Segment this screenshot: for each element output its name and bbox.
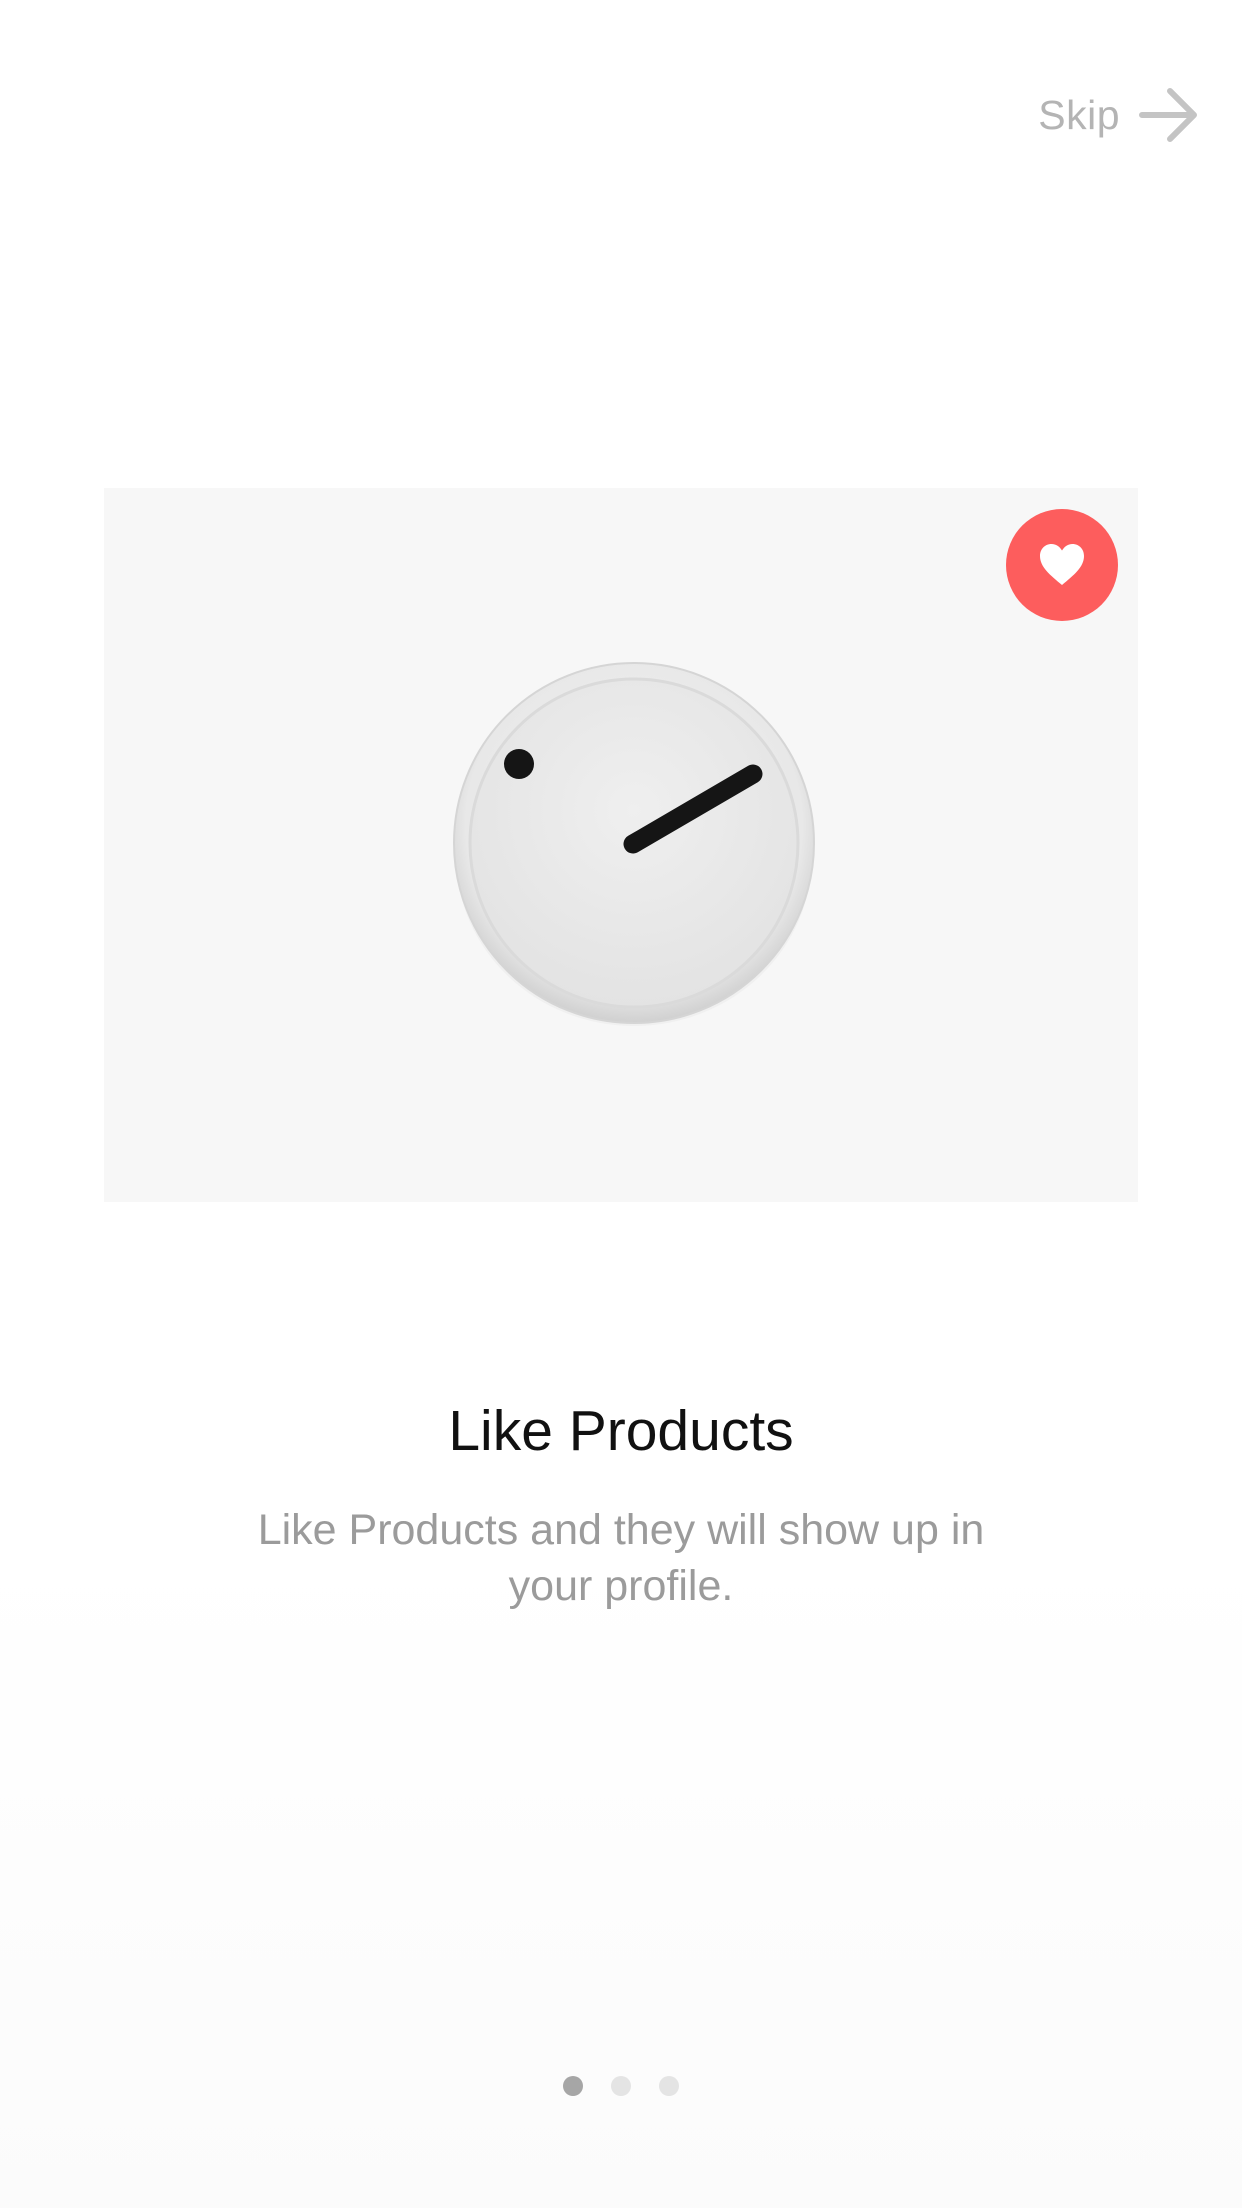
onboarding-title: Like Products [448,1399,794,1463]
product-card [104,488,1138,1202]
page-dot-2[interactable] [611,2076,631,2096]
page-indicator [0,2076,1242,2096]
like-button[interactable] [1006,509,1118,621]
skip-label: Skip [1038,91,1120,138]
heart-icon [1040,544,1084,585]
onboarding-description: Like Products and they will show up in y… [257,1506,985,1610]
skip-button[interactable]: Skip [1038,80,1200,150]
arrow-right-icon [1139,88,1197,142]
wall-clock-product-image [453,662,815,1026]
page-dot-3[interactable] [659,2076,679,2096]
page-dot-1[interactable] [563,2076,583,2096]
onboarding-screen: Skip Like Products Like Products and the… [0,0,1242,2208]
